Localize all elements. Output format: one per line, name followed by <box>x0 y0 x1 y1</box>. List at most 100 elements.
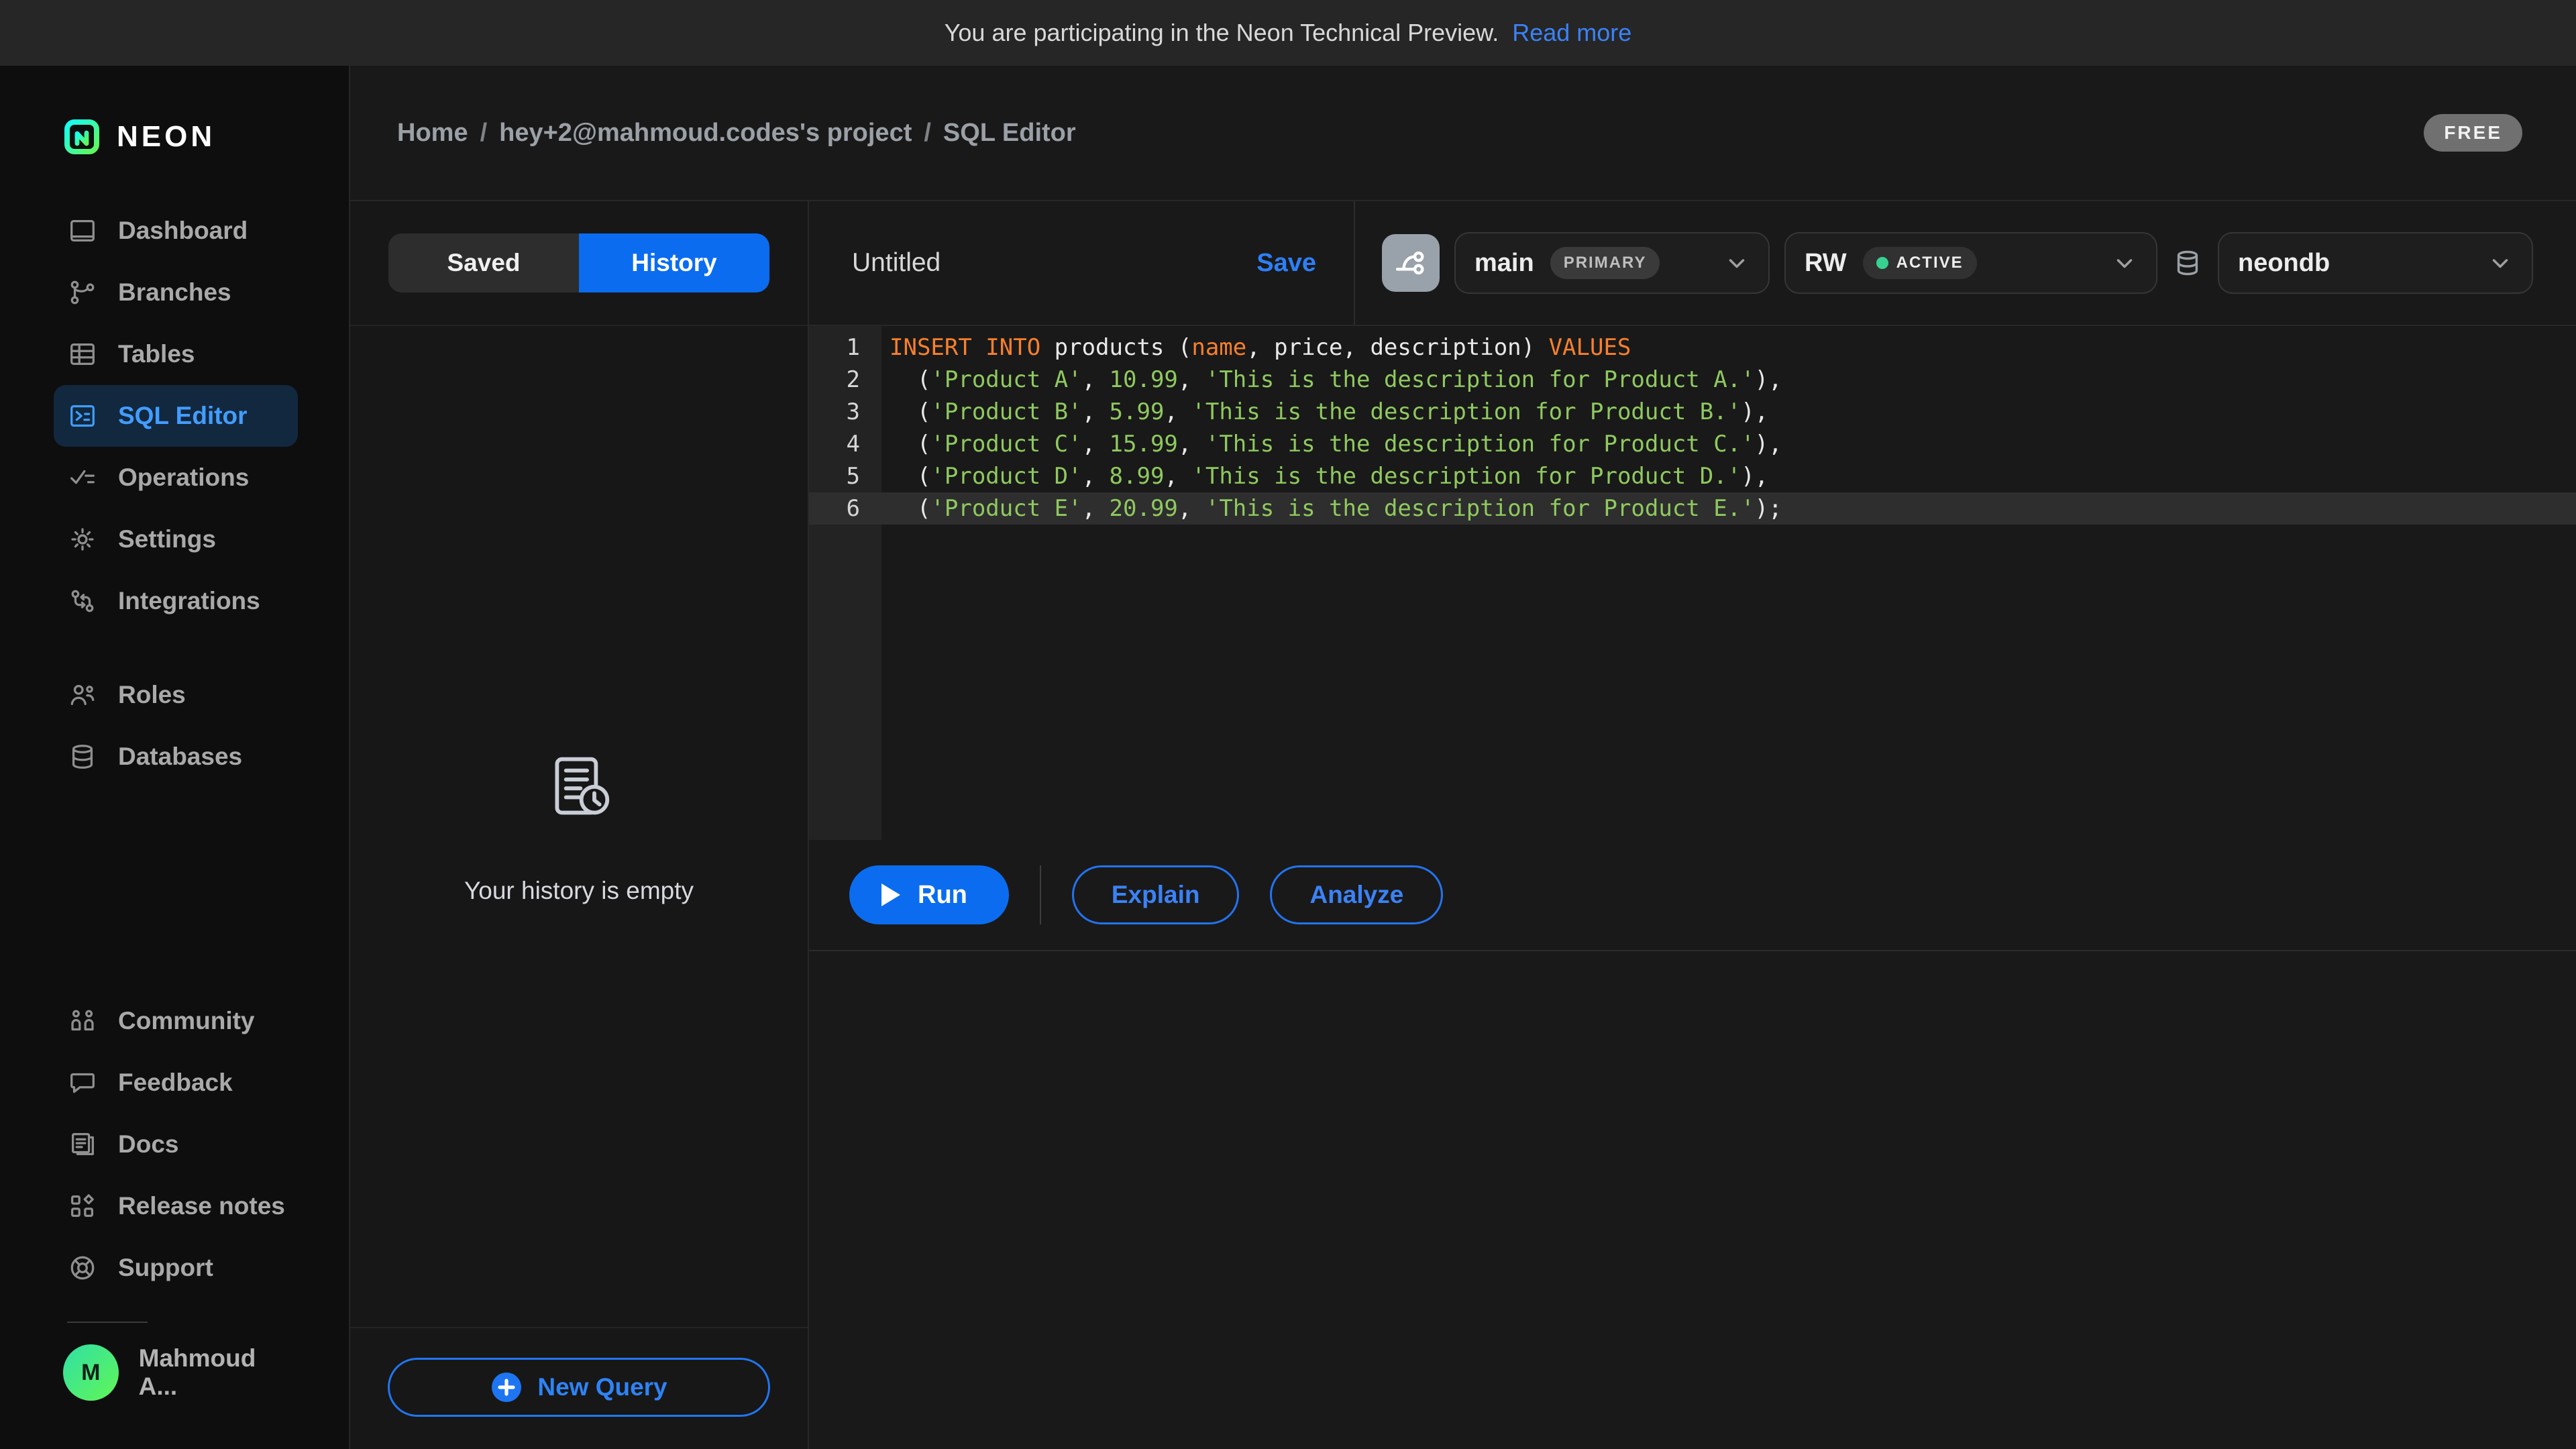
support-icon <box>67 1252 98 1283</box>
sidebar-item-settings[interactable]: Settings <box>54 508 298 570</box>
integrations-icon <box>67 586 98 616</box>
code-token: 20.99 <box>1110 495 1178 522</box>
sidebar-item-feedback[interactable]: Feedback <box>54 1052 298 1114</box>
database-name: neondb <box>2238 249 2330 278</box>
code-token: , <box>1178 366 1205 393</box>
sidebar-divider <box>67 1322 148 1323</box>
code-line[interactable]: 1INSERT INTO products (name, price, desc… <box>809 331 2576 364</box>
chevron-down-icon <box>2487 250 2513 276</box>
tab-history[interactable]: History <box>579 233 769 292</box>
sidebar-item-roles[interactable]: Roles <box>54 664 298 726</box>
saved-history-tabs: SavedHistory <box>388 233 769 292</box>
code-token: 'This is the description for Product B.' <box>1191 398 1741 425</box>
code-token: , <box>1164 398 1191 425</box>
history-panel-footer: New Query <box>350 1327 808 1449</box>
tab-saved[interactable]: Saved <box>388 233 579 292</box>
history-empty-icon <box>540 749 618 830</box>
sidebar-item-label: Docs <box>118 1130 178 1159</box>
release-notes-icon <box>67 1191 98 1222</box>
user-menu[interactable]: M Mahmoud A... <box>54 1339 298 1406</box>
plan-badge: FREE <box>2424 114 2522 152</box>
sql-editor-panel: Untitled Save <box>809 201 2576 1449</box>
main-area: Home/hey+2@mahmoud.codes's project/SQL E… <box>350 66 2576 1449</box>
tables-icon <box>67 339 98 370</box>
settings-icon <box>67 524 98 555</box>
sidebar-item-dashboard[interactable]: Dashboard <box>54 200 298 262</box>
sidebar-item-databases[interactable]: Databases <box>54 726 298 788</box>
code-line[interactable]: 3 ('Product B', 5.99, 'This is the descr… <box>809 396 2576 428</box>
banner-message: You are participating in the Neon Techni… <box>945 19 1499 47</box>
compute-name: RW <box>1805 249 1847 278</box>
topbar: Home/hey+2@mahmoud.codes's project/SQL E… <box>350 66 2576 201</box>
code-line[interactable]: 5 ('Product D', 8.99, 'This is the descr… <box>809 460 2576 492</box>
code-token: products ( <box>1040 334 1191 361</box>
sidebar-item-community[interactable]: Community <box>54 990 298 1052</box>
code-token: 'Product C' <box>930 431 1081 458</box>
database-icon <box>2172 248 2203 278</box>
line-number: 4 <box>809 431 881 458</box>
sidebar-item-docs[interactable]: Docs <box>54 1114 298 1175</box>
roles-icon <box>67 680 98 710</box>
read-more-link[interactable]: Read more <box>1512 19 1631 47</box>
code-token: ( <box>890 398 930 425</box>
code-token: , <box>1082 495 1110 522</box>
analyze-button[interactable]: Analyze <box>1270 865 1443 924</box>
sidebar-item-label: Databases <box>118 743 242 771</box>
sidebar-item-release-notes[interactable]: Release notes <box>54 1175 298 1237</box>
query-title[interactable]: Untitled <box>852 248 941 278</box>
code-line[interactable]: 6 ('Product E', 20.99, 'This is the desc… <box>809 492 2576 525</box>
compute-select[interactable]: RW ACTIVE <box>1784 232 2157 294</box>
breadcrumb-item: SQL Editor <box>943 119 1076 148</box>
sidebar-item-sql-editor[interactable]: SQL Editor <box>54 385 298 447</box>
code-token: INSERT INTO <box>890 334 1040 361</box>
save-button[interactable]: Save <box>1256 249 1316 278</box>
code-text: ('Product A', 10.99, 'This is the descri… <box>881 366 1782 393</box>
neon-logo[interactable]: NEON <box>63 115 349 158</box>
branch-select[interactable]: main PRIMARY <box>1454 232 1770 294</box>
new-query-button[interactable]: New Query <box>388 1358 770 1417</box>
sidebar-item-label: Roles <box>118 681 186 709</box>
sidebar-item-label: Branches <box>118 278 231 307</box>
sidebar-item-label: Dashboard <box>118 217 248 245</box>
sidebar-item-label: Feedback <box>118 1069 233 1097</box>
sidebar-item-branches[interactable]: Branches <box>54 262 298 323</box>
community-icon <box>67 1006 98 1036</box>
code-token: ), <box>1755 431 1782 458</box>
sidebar-item-label: Tables <box>118 340 195 368</box>
code-token: ), <box>1755 366 1782 393</box>
explain-button[interactable]: Explain <box>1072 865 1240 924</box>
editor-actions: Run Explain Analyze <box>809 840 2576 951</box>
database-select[interactable]: neondb <box>2218 232 2533 294</box>
sidebar-item-label: Integrations <box>118 587 260 615</box>
code-token: 10.99 <box>1110 366 1178 393</box>
sidebar-item-label: Community <box>118 1007 255 1035</box>
code-line[interactable]: 4 ('Product C', 15.99, 'This is the desc… <box>809 428 2576 460</box>
chevron-down-icon <box>1724 250 1750 276</box>
code-line[interactable]: 2 ('Product A', 10.99, 'This is the desc… <box>809 364 2576 396</box>
code-text: ('Product B', 5.99, 'This is the descrip… <box>881 398 1768 425</box>
code-token: ( <box>890 366 930 393</box>
sql-code-editor[interactable]: 1INSERT INTO products (name, price, desc… <box>809 326 2576 840</box>
sql-editor-icon <box>67 400 98 431</box>
history-empty-message: Your history is empty <box>464 877 694 905</box>
code-token: 'This is the description for Product C.' <box>1205 431 1755 458</box>
breadcrumb-separator: / <box>480 119 488 148</box>
dashboard-icon <box>67 215 98 246</box>
code-token: name <box>1191 334 1246 361</box>
breadcrumb-item[interactable]: Home <box>397 119 468 148</box>
active-badge-label: ACTIVE <box>1896 254 1964 272</box>
sidebar-item-operations[interactable]: Operations <box>54 447 298 508</box>
run-button[interactable]: Run <box>849 865 1009 924</box>
sidebar-item-support[interactable]: Support <box>54 1237 298 1299</box>
sidebar-item-integrations[interactable]: Integrations <box>54 570 298 632</box>
body-row: NEON DashboardBranchesTablesSQL EditorOp… <box>0 66 2576 1449</box>
plus-icon <box>490 1371 523 1403</box>
code-token: , <box>1082 431 1110 458</box>
technical-preview-banner: You are participating in the Neon Techni… <box>0 0 2576 66</box>
sidebar-item-tables[interactable]: Tables <box>54 323 298 385</box>
code-lines: 1INSERT INTO products (name, price, desc… <box>809 326 2576 525</box>
code-token: , <box>1082 366 1110 393</box>
code-token: 'Product D' <box>930 463 1081 490</box>
breadcrumb-item[interactable]: hey+2@mahmoud.codes's project <box>499 119 912 148</box>
history-panel-header: SavedHistory <box>350 201 808 326</box>
